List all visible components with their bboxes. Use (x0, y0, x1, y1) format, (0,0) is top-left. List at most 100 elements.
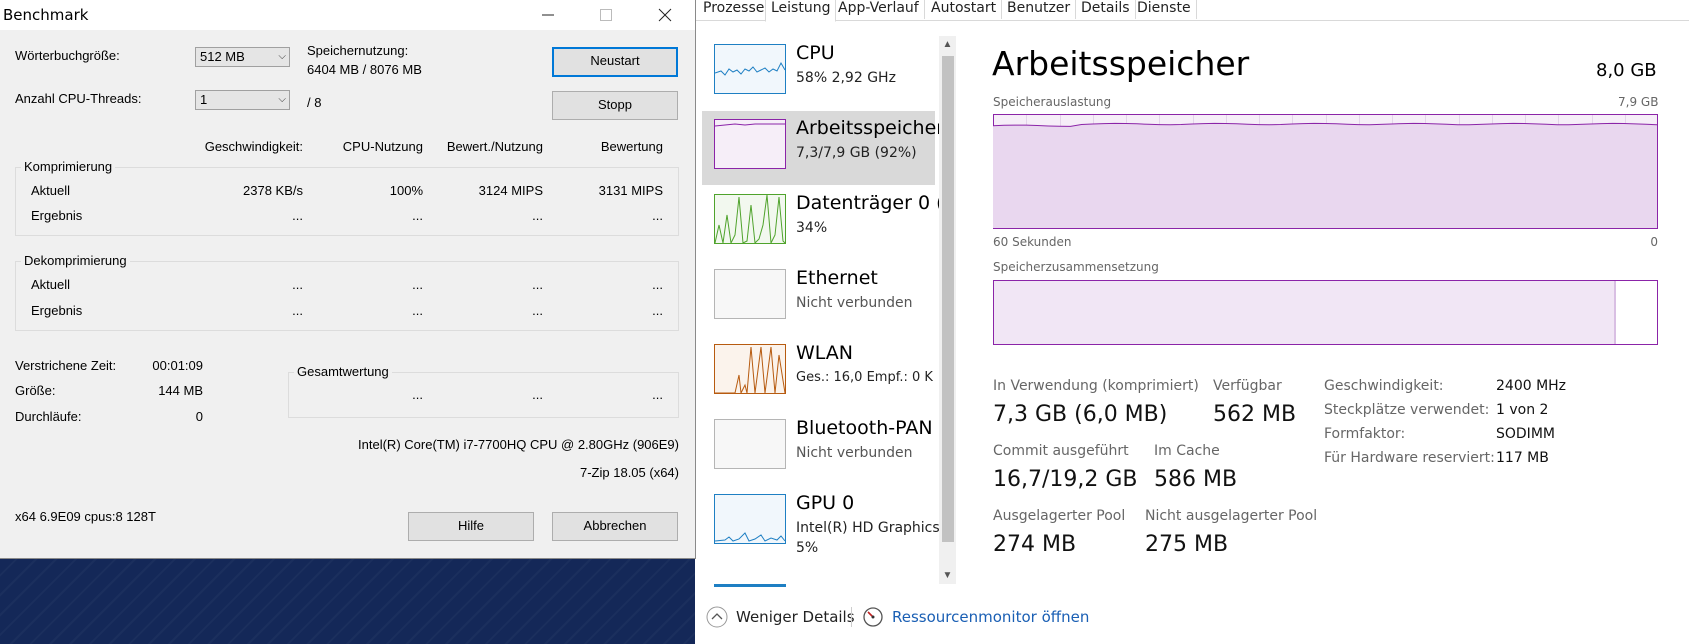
nonpaged-pool-value: 275 MB (1145, 532, 1229, 557)
stop-button[interactable]: Stopp (552, 91, 678, 120)
paged-pool-value: 274 MB (993, 532, 1077, 557)
committed-value: 16,7/19,2 GB (993, 467, 1138, 492)
resource-monitor-link[interactable]: Ressourcenmonitor öffnen (862, 605, 1089, 629)
resource-monitor-label: Ressourcenmonitor öffnen (892, 608, 1090, 626)
chevron-up-icon[interactable]: ▲ (939, 36, 956, 53)
sidebar-name-wlan: WLAN (796, 342, 854, 364)
available-label: Verfügbar (1213, 378, 1282, 394)
tab-details[interactable]: Details (1076, 0, 1136, 19)
dict-size-value: 512 MB (200, 49, 245, 64)
maximize-button[interactable] (583, 0, 629, 30)
overall-rating-title: Gesamtwertung (294, 364, 392, 379)
sidebar-name-memory: Arbeitsspeicher (796, 117, 945, 139)
chevron-down-icon: ⌵ (278, 51, 286, 62)
compression-result-cpu: ... (412, 208, 423, 223)
memory-sparkline (714, 123, 785, 127)
in-use-label: In Verwendung (komprimiert) (993, 378, 1199, 394)
close-button[interactable] (642, 0, 688, 30)
tab-app-verlauf[interactable]: App-Verlauf (833, 0, 925, 19)
axis-left-label: 60 Sekunden (993, 235, 1072, 249)
maximize-icon (600, 9, 612, 21)
overall-cpu: ... (412, 387, 423, 402)
spec-slots-label: Steckplätze verwendet: (1324, 402, 1490, 418)
sidebar-item-arbeitsspeicher[interactable]: Arbeitsspeicher 7,3/7,9 GB (92%) (702, 111, 944, 185)
decompression-result-rating-usage: ... (532, 303, 543, 318)
help-button[interactable]: Hilfe (408, 512, 534, 541)
sidebar-sub2-gpu: 5% (796, 540, 819, 556)
overall-rating-usage: ... (532, 387, 543, 402)
spec-formfactor-label: Formfaktor: (1324, 426, 1406, 442)
elapsed-value: 00:01:09 (152, 358, 203, 373)
nonpaged-pool-label: Nicht ausgelagerter Pool (1145, 508, 1318, 524)
footer-divider (851, 607, 852, 627)
column-header-cpu: CPU-Nutzung (342, 139, 423, 154)
decompression-result-speed: ... (292, 303, 303, 318)
scrollbar-thumb[interactable] (942, 56, 954, 542)
memory-usage-label: Speichernutzung: (307, 43, 409, 58)
dict-size-select[interactable]: 512 MB ⌵ (195, 47, 290, 67)
window-title: Benchmark (3, 6, 89, 24)
compression-result-speed: ... (292, 208, 303, 223)
threads-select[interactable]: 1 ⌵ (195, 90, 290, 110)
sidebar-sub-disk: 34% (796, 220, 828, 236)
sidebar-sub-gpu: Intel(R) HD Graphics (796, 520, 940, 536)
benchmark-titlebar[interactable]: Benchmark (0, 0, 695, 30)
in-use-value: 7,3 GB (6,0 MB) (993, 402, 1168, 427)
less-details-label: Weniger Details (736, 608, 855, 626)
decompression-current-rating-usage: ... (532, 277, 543, 292)
sidebar-item-datentraeger[interactable]: Datenträger 0 (F 34% (702, 186, 954, 260)
column-header-rating: Bewertung (600, 139, 663, 154)
decompression-current-speed: ... (292, 277, 303, 292)
sidebar-sub-bluetooth: Nicht verbunden (796, 445, 913, 461)
sidebar-scrollbar[interactable]: ▲ ▼ (939, 36, 956, 584)
memory-usage-graph (993, 114, 1658, 229)
page-title: Arbeitsspeicher (992, 44, 1250, 83)
sidebar-name-bluetooth: Bluetooth-PAN (796, 417, 933, 439)
tab-dienste[interactable]: Dienste (1132, 0, 1197, 19)
tab-benutzer[interactable]: Benutzer (1002, 0, 1077, 19)
compression-current-speed: 2378 KB/s (243, 183, 303, 198)
column-header-rating-usage: Bewert./Nutzung (446, 139, 543, 154)
wlan-thumbnail (714, 344, 786, 395)
compression-result-rating-usage: ... (532, 208, 543, 223)
decompression-current-rating: ... (652, 277, 663, 292)
tab-autostart[interactable]: Autostart (926, 0, 1003, 19)
composition-label: Speicherzusammensetzung (993, 260, 1159, 274)
memory-composition-bar (993, 280, 1658, 345)
sidebar-name-disk: Datenträger 0 (F (796, 192, 955, 214)
next-thumbnail-edge (714, 584, 786, 587)
cached-value: 586 MB (1154, 467, 1238, 492)
memory-usage-value: 6404 MB / 8076 MB (307, 62, 422, 77)
usage-max: 7,9 GB (1618, 95, 1659, 109)
spec-formfactor-value: SODIMM (1496, 426, 1555, 442)
paged-pool-label: Ausgelagerter Pool (993, 508, 1126, 524)
tab-prozesse[interactable]: Prozesse (698, 0, 771, 19)
dict-size-label: Wörterbuchgröße: (15, 48, 120, 63)
restart-button[interactable]: Neustart (552, 47, 678, 77)
disk-sparkline (714, 194, 786, 245)
size-label: Größe: (15, 383, 56, 398)
available-value: 562 MB (1213, 402, 1297, 427)
sidebar-sub-ethernet: Nicht verbunden (796, 295, 913, 311)
ethernet-thumbnail (714, 269, 786, 319)
chevron-down-icon: ⌵ (278, 94, 286, 105)
system-info: x64 6.9E09 cpus:8 128T (15, 509, 156, 524)
sidebar-item-ethernet[interactable]: Ethernet Nicht verbunden (702, 261, 935, 335)
chevron-down-icon[interactable]: ▼ (939, 567, 956, 584)
bluetooth-thumbnail (714, 419, 786, 469)
sidebar-item-gpu[interactable]: GPU 0 Intel(R) HD Graphics 5% (702, 486, 940, 576)
spec-reserved-label: Für Hardware reserviert: (1324, 450, 1495, 466)
tab-leistung[interactable]: Leistung (765, 0, 837, 22)
minimize-button[interactable] (525, 0, 571, 30)
sidebar-sub-memory: 7,3/7,9 GB (92%) (796, 145, 917, 161)
cancel-button[interactable]: Abbrechen (552, 512, 678, 541)
task-manager-window: Prozesse Leistung App-Verlauf Autostart … (696, 0, 1689, 644)
sidebar-item-bluetooth[interactable]: Bluetooth-PAN Nicht verbunden (702, 411, 935, 485)
sidebar-item-cpu[interactable]: CPU 58% 2,92 GHz (702, 36, 935, 110)
sidebar-item-wlan[interactable]: WLAN Ges.: 16,0 Empf.: 0 K (702, 336, 935, 410)
version-info: 7-Zip 18.05 (x64) (580, 465, 679, 480)
less-details-button[interactable]: Weniger Details (706, 605, 855, 629)
gpu-thumbnail (714, 494, 786, 544)
threads-value: 1 (200, 92, 208, 107)
decompression-title: Dekomprimierung (21, 253, 130, 268)
